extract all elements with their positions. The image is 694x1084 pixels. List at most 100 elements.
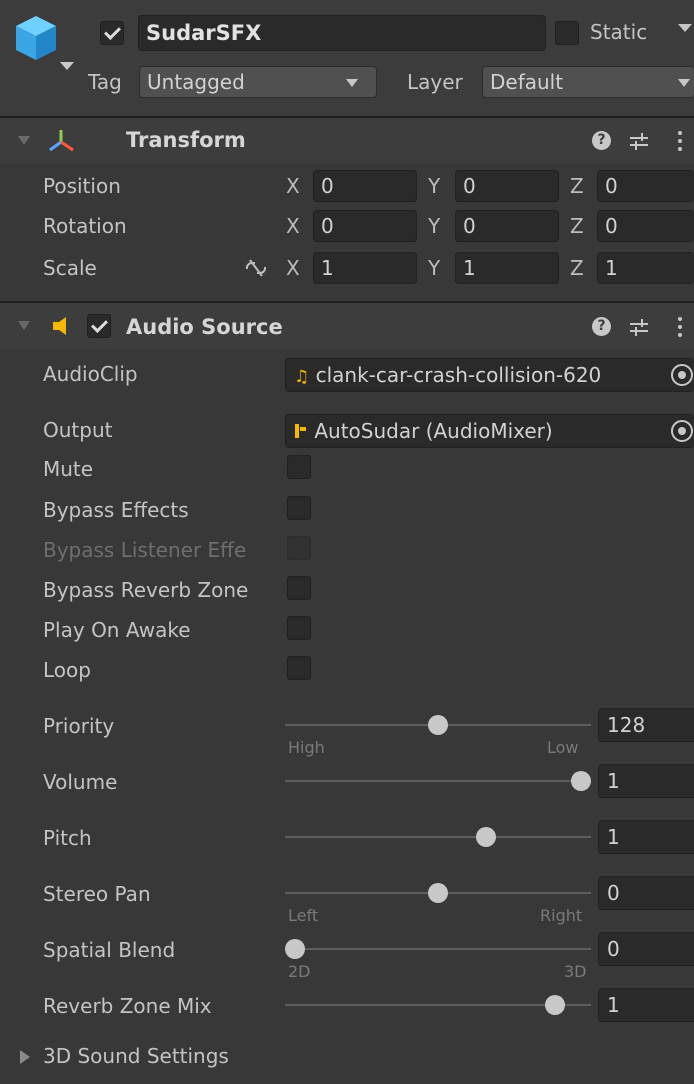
bypass-reverb-zones-checkbox[interactable] <box>287 576 311 600</box>
tag-dropdown[interactable]: Untagged <box>139 66 377 98</box>
scale-y-field[interactable]: 1 <box>455 252 559 284</box>
layer-dropdown[interactable]: Default <box>482 66 694 98</box>
static-checkbox[interactable] <box>555 21 579 45</box>
position-label: Position <box>43 174 121 198</box>
pitch-slider-track[interactable] <box>285 836 591 838</box>
foldout-arrow-icon[interactable] <box>20 1050 30 1064</box>
bypass-listener-effects-label: Bypass Listener Effe <box>43 538 247 562</box>
output-label: Output <box>43 418 113 442</box>
bypass-effects-checkbox[interactable] <box>287 496 311 520</box>
layer-label: Layer <box>407 70 463 94</box>
gameobject-name-field[interactable]: SudarSFX <box>138 15 546 51</box>
foldout-arrow-icon[interactable] <box>18 136 30 145</box>
chevron-down-icon <box>678 79 690 87</box>
position-y-field[interactable]: 0 <box>455 170 559 202</box>
gameobject-header: SudarSFX Static Tag Untagged Layer Defau… <box>0 0 694 118</box>
tag-label: Tag <box>88 70 122 94</box>
axis-y-label: Y <box>428 174 441 198</box>
mixer-icon <box>295 424 306 438</box>
audio-source-icon <box>53 317 66 335</box>
help-icon[interactable]: ? <box>592 317 611 336</box>
bypass-effects-label: Bypass Effects <box>43 498 189 522</box>
stereo-pan-value-field[interactable]: 0 <box>598 876 694 910</box>
volume-value-field[interactable]: 1 <box>598 764 694 798</box>
rotation-x-field[interactable]: 0 <box>313 210 417 242</box>
axis-x-label: X <box>286 174 300 198</box>
axis-x-label: X <box>286 256 300 280</box>
transform-header[interactable]: Transform ? <box>0 118 694 164</box>
rotation-z-field[interactable]: 0 <box>597 210 694 242</box>
pitch-slider-thumb[interactable] <box>475 827 496 847</box>
kebab-menu-icon[interactable] <box>676 316 684 338</box>
audio-source-header[interactable]: Audio Source ? <box>0 303 694 349</box>
music-note-icon: ♫ <box>294 367 310 387</box>
gameobject-cube-icon[interactable] <box>14 14 80 74</box>
priority-max-label: Low <box>547 738 579 757</box>
tag-value: Untagged <box>147 70 245 94</box>
stereo-pan-label: Stereo Pan <box>43 882 151 906</box>
audio-source-enabled-checkbox[interactable] <box>87 314 111 338</box>
transform-icon <box>49 130 74 152</box>
kebab-menu-icon[interactable] <box>676 130 684 152</box>
reverb-zone-mix-slider-thumb[interactable] <box>544 995 565 1015</box>
audio-source-title: Audio Source <box>126 315 283 339</box>
spatial-blend-slider-track[interactable] <box>285 948 591 950</box>
volume-label: Volume <box>43 770 118 794</box>
static-dropdown-icon[interactable] <box>678 24 692 32</box>
preset-icon[interactable] <box>628 316 650 338</box>
axis-z-label: Z <box>570 256 584 280</box>
help-icon[interactable]: ? <box>592 131 611 150</box>
rotation-y-field[interactable]: 0 <box>455 210 559 242</box>
spatial-blend-label: Spatial Blend <box>43 938 176 962</box>
output-object-picker-icon[interactable] <box>671 420 693 442</box>
mute-checkbox[interactable] <box>287 455 311 479</box>
bypass-listener-effects-checkbox <box>287 536 311 560</box>
loop-label: Loop <box>43 658 91 682</box>
pitch-value-field[interactable]: 1 <box>598 820 694 854</box>
volume-slider-thumb[interactable] <box>571 771 591 791</box>
priority-label: Priority <box>43 714 115 738</box>
play-on-awake-checkbox[interactable] <box>287 616 311 640</box>
layer-value: Default <box>490 70 564 94</box>
spatial-blend-slider-thumb[interactable] <box>285 939 305 959</box>
axis-x-label: X <box>286 214 300 238</box>
spatial-blend-value-field[interactable]: 0 <box>598 932 694 966</box>
priority-min-label: High <box>288 738 325 757</box>
volume-slider-track[interactable] <box>285 780 591 782</box>
position-x-field[interactable]: 0 <box>313 170 417 202</box>
active-checkbox[interactable] <box>100 21 124 45</box>
output-field[interactable]: AutoSudar (AudioMixer) <box>285 414 694 448</box>
stereo-pan-max-label: Right <box>540 906 583 925</box>
scale-z-field[interactable]: 1 <box>597 252 694 284</box>
priority-value-field[interactable]: 128 <box>598 708 694 742</box>
output-value: AutoSudar (AudioMixer) <box>314 419 553 443</box>
mute-label: Mute <box>43 457 94 481</box>
transform-title: Transform <box>126 128 246 152</box>
audioclip-value: clank-car-crash-collision-620 <box>315 363 602 387</box>
static-label: Static <box>590 20 648 44</box>
stereo-pan-slider-thumb[interactable] <box>428 883 448 903</box>
stereo-pan-min-label: Left <box>288 906 319 925</box>
scale-x-field[interactable]: 1 <box>313 252 417 284</box>
play-on-awake-label: Play On Awake <box>43 618 191 642</box>
3d-sound-settings-label: 3D Sound Settings <box>43 1044 229 1068</box>
axis-z-label: Z <box>570 214 584 238</box>
audioclip-field[interactable]: ♫ clank-car-crash-collision-620 <box>285 358 694 392</box>
chevron-down-icon <box>346 79 358 87</box>
foldout-arrow-icon[interactable] <box>18 321 30 330</box>
spatial-blend-min-label: 2D <box>288 962 311 981</box>
3d-sound-settings-foldout[interactable]: 3D Sound Settings <box>0 1036 694 1076</box>
axis-y-label: Y <box>428 214 441 238</box>
loop-checkbox[interactable] <box>287 656 311 680</box>
priority-slider-thumb[interactable] <box>428 715 448 735</box>
rotation-label: Rotation <box>43 214 127 238</box>
unlink-icon[interactable] <box>244 258 268 278</box>
preset-icon[interactable] <box>628 130 650 152</box>
audioclip-object-picker-icon[interactable] <box>671 364 693 386</box>
pitch-label: Pitch <box>43 826 92 850</box>
axis-y-label: Y <box>428 256 441 280</box>
reverb-zone-mix-label: Reverb Zone Mix <box>43 994 212 1018</box>
position-z-field[interactable]: 0 <box>597 170 694 202</box>
reverb-zone-mix-value-field[interactable]: 1 <box>598 988 694 1022</box>
axis-z-label: Z <box>570 174 584 198</box>
